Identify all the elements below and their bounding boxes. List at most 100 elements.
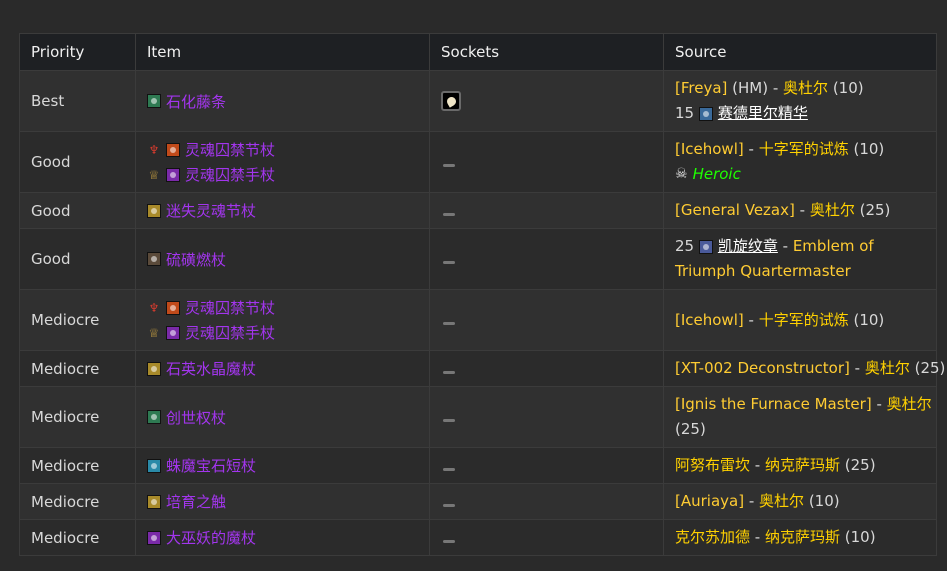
skull-icon: ☠: [675, 166, 688, 182]
item-link[interactable]: 灵魂囚禁节杖: [185, 139, 275, 160]
source-cell: [XT-002 Deconstructor] - 奥杜尔 (25): [663, 350, 945, 387]
item-cell: 硫磺燃杖: [135, 228, 430, 290]
source-cell: [Freya] (HM) - 奥杜尔 (10) 15 赛德里尔精华: [663, 70, 937, 132]
item-cell: 蛛魔宝石短杖: [135, 447, 430, 484]
item-link[interactable]: 灵魂囚禁节杖: [185, 297, 275, 318]
rune-of-sanctity-icon[interactable]: [698, 106, 713, 121]
source-line: (25): [675, 417, 925, 442]
sockets-cell: [429, 289, 664, 351]
green-gem-icon[interactable]: [147, 410, 161, 424]
item-link[interactable]: 灵魂囚禁手杖: [185, 322, 275, 343]
priority-cell: Mediocre: [19, 519, 136, 556]
item-entry: 石化藤条: [147, 89, 418, 114]
source-link[interactable]: Emblem of: [793, 234, 874, 259]
emblem-of-triumph-icon[interactable]: [698, 239, 713, 254]
source-link[interactable]: [Icehowl]: [675, 308, 744, 333]
orange-staff-icon[interactable]: [166, 142, 180, 157]
no-socket-dash: [443, 503, 455, 507]
priority-cell: Mediocre: [19, 386, 136, 448]
item-entry: ♆ 灵魂囚禁节杖: [147, 137, 418, 162]
item-link[interactable]: 石化藤条: [166, 91, 226, 112]
item-entry: 培育之触: [147, 489, 418, 514]
item-entry: 迷失灵魂节杖: [147, 198, 418, 223]
item-link[interactable]: 硫磺燃杖: [166, 249, 226, 270]
source-link[interactable]: [Auriaya]: [675, 489, 744, 514]
purple-staff-icon[interactable]: [166, 325, 180, 340]
source-link[interactable]: 奥杜尔: [865, 356, 910, 381]
horde-icon: ♆: [148, 300, 160, 315]
source-link[interactable]: [Ignis the Furnace Master]: [675, 392, 872, 417]
source-link[interactable]: 十字军的试炼: [759, 137, 849, 162]
source-link[interactable]: 纳克萨玛斯: [765, 525, 840, 550]
dark-staff-icon[interactable]: [147, 252, 161, 266]
source-link[interactable]: 奥杜尔: [810, 198, 855, 223]
purple-staff-icon[interactable]: [166, 167, 180, 182]
priority-cell: Good: [19, 228, 136, 290]
source-text: -: [743, 140, 759, 158]
item-link[interactable]: 迷失灵魂节杖: [166, 200, 256, 221]
item-link[interactable]: 创世权杖: [166, 407, 226, 428]
source-link[interactable]: Triumph Quartermaster: [675, 259, 851, 284]
source-text: (25): [854, 201, 891, 219]
item-cell: 大巫妖的魔杖: [135, 519, 430, 556]
table-body: Best 石化藤条 [Freya] (HM) - 奥杜尔 (10) 15 赛德里尔精华…: [19, 70, 945, 556]
priority-cell: Best: [19, 70, 136, 132]
item-cell: 迷失灵魂节杖: [135, 192, 430, 229]
source-text: (25): [675, 420, 706, 438]
yellow-staff-icon[interactable]: [147, 494, 161, 509]
source-link[interactable]: 十字军的试炼: [759, 308, 849, 333]
source-line: [Auriaya] - 奥杜尔 (10): [675, 489, 925, 514]
item-entry: ♕ 灵魂囚禁手杖: [147, 320, 418, 345]
no-socket-dash: [443, 322, 455, 325]
no-socket-dash: [443, 164, 455, 167]
priority-cell: Mediocre: [19, 447, 136, 484]
item-link[interactable]: 大巫妖的魔杖: [166, 527, 256, 548]
cyan-wand-icon[interactable]: [147, 458, 161, 473]
source-link[interactable]: [General Vezax]: [675, 198, 795, 223]
source-text: -: [794, 201, 810, 219]
source-link[interactable]: [XT-002 Deconstructor]: [675, 356, 850, 381]
item-link[interactable]: 石英水晶魔杖: [166, 358, 256, 379]
source-link[interactable]: 奥杜尔: [887, 392, 932, 417]
source-text: (10): [839, 528, 876, 546]
item-entry: 蛛魔宝石短杖: [147, 453, 418, 478]
item-link[interactable]: 灵魂囚禁手杖: [185, 164, 275, 185]
source-link[interactable]: 凯旋纹章: [718, 234, 778, 259]
yellow-staff-icon[interactable]: [147, 361, 161, 376]
source-link[interactable]: 奥杜尔: [783, 76, 828, 101]
source-line: [Freya] (HM) - 奥杜尔 (10): [675, 76, 925, 101]
priority-cell: Mediocre: [19, 289, 136, 351]
purple-staff-icon[interactable]: [147, 530, 161, 545]
item-cell: 培育之触: [135, 483, 430, 520]
item-link[interactable]: 蛛魔宝石短杖: [166, 455, 256, 476]
source-link[interactable]: 纳克萨玛斯: [765, 453, 840, 478]
source-line: 25 凯旋纹章 - Emblem of: [675, 234, 925, 259]
no-socket-dash: [443, 419, 455, 422]
sockets-cell: [429, 447, 664, 484]
meta-socket-icon[interactable]: [441, 91, 461, 111]
sockets-cell: [429, 192, 664, 229]
source-cell: 25 凯旋纹章 - Emblem of Triumph Quartermaster: [663, 228, 937, 290]
source-link[interactable]: [Icehowl]: [675, 137, 744, 162]
source-link[interactable]: 奥杜尔: [759, 489, 804, 514]
orange-staff-icon[interactable]: [166, 300, 180, 315]
sockets-cell: [429, 70, 664, 132]
source-text: (10): [804, 492, 840, 510]
priority-table: Priority Item Sockets Source Best 石化藤条 [Fr…: [19, 33, 945, 556]
source-text: (10): [848, 310, 885, 329]
source-line: 克尔苏加德 - 纳克萨玛斯 (10): [675, 525, 925, 550]
source-link[interactable]: 赛德里尔精华: [718, 101, 808, 126]
item-entry: 硫磺燃杖: [147, 247, 418, 272]
yellow-staff-icon[interactable]: [147, 203, 161, 218]
green-gem-icon[interactable]: [147, 94, 161, 108]
source-text: -: [744, 492, 760, 510]
item-link[interactable]: 培育之触: [166, 491, 226, 512]
header-item: Item: [135, 33, 430, 71]
source-link[interactable]: 阿努布雷坎: [675, 453, 750, 478]
source-link[interactable]: [Freya]: [675, 76, 727, 101]
source-line: ☠ Heroic: [675, 162, 925, 187]
source-cell: [Icehowl] - 十字军的试炼 (10): [663, 289, 937, 351]
source-link[interactable]: 克尔苏加德: [675, 525, 750, 550]
source-text: (25): [839, 456, 876, 474]
header-priority: Priority: [19, 33, 136, 71]
